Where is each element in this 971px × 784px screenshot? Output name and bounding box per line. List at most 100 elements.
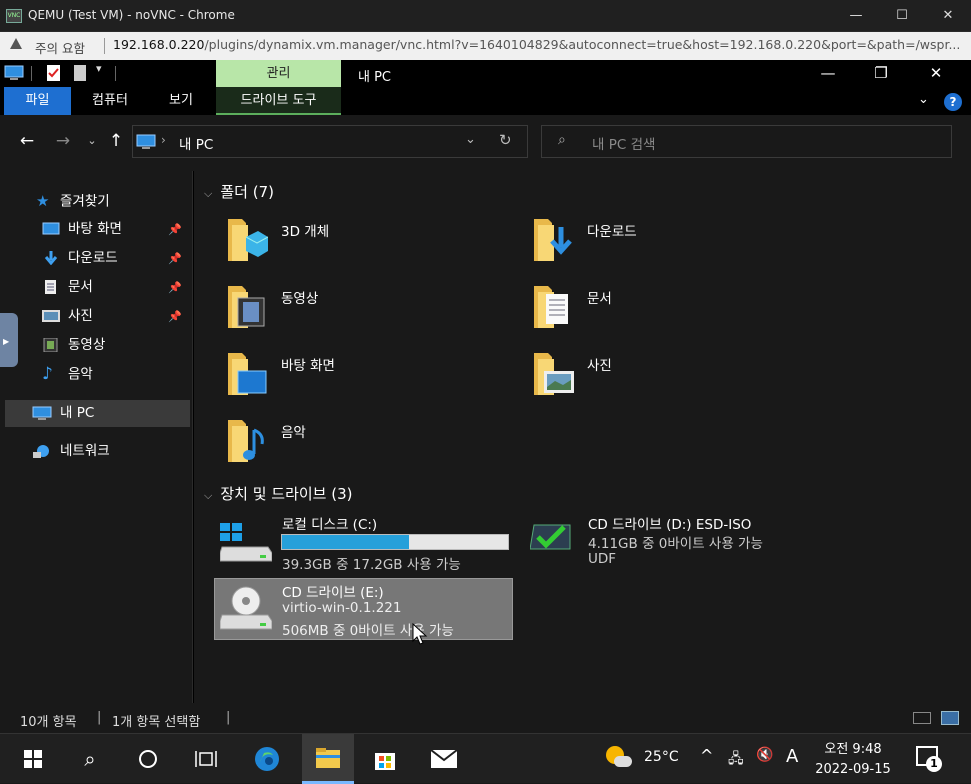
drive-e[interactable]: CD 드라이브 (E:) virtio-win-0.1.221 506MB 중 …: [214, 578, 513, 640]
recent-locations-icon[interactable]: ⌄: [82, 131, 102, 151]
videos-icon: [43, 338, 58, 352]
new-folder-icon[interactable]: [73, 64, 87, 82]
sidebar-item-quick-access[interactable]: ★ 즐겨찾기: [36, 187, 110, 216]
qa-customize-icon[interactable]: ▾: [96, 62, 102, 75]
vnc-handle-arrow-icon: ▶: [3, 337, 10, 346]
sidebar-item-videos[interactable]: 동영상: [42, 331, 105, 360]
qa-separator: [31, 66, 32, 81]
path-dropdown-icon[interactable]: ⌄: [465, 132, 476, 147]
folder-3d-objects[interactable]: 3D 개체: [226, 215, 329, 267]
item-count: 10개 항목: [20, 715, 77, 730]
mail-button[interactable]: [418, 734, 470, 784]
details-view-icon[interactable]: [913, 712, 931, 724]
mail-icon: [430, 749, 458, 768]
sidebar-item-label: 동영상: [68, 337, 106, 353]
this-pc-icon[interactable]: [4, 65, 24, 81]
explorer-minimize-button[interactable]: —: [802, 60, 854, 87]
security-label[interactable]: 주의 요함: [35, 38, 85, 57]
task-view-button[interactable]: [180, 734, 232, 784]
folder-music[interactable]: 음악: [226, 416, 306, 468]
tab-file[interactable]: 파일: [4, 87, 71, 115]
file-explorer-button[interactable]: [302, 734, 354, 784]
ime-indicator[interactable]: A: [786, 746, 798, 767]
drive-d[interactable]: CD 드라이브 (D:) ESD-ISO 4.11GB 중 0바이트 사용 가능…: [528, 511, 828, 571]
breadcrumb-this-pc[interactable]: 내 PC: [179, 133, 213, 153]
show-hidden-icons-icon[interactable]: ^: [700, 746, 713, 765]
folder-videos[interactable]: 동영상: [226, 282, 318, 334]
sidebar-item-music[interactable]: ♪ 음악: [42, 360, 93, 389]
pictures-folder-icon: [534, 353, 574, 395]
address-bar[interactable]: 주의 요함 192.168.0.220/plugins/dynamix.vm.m…: [0, 32, 971, 60]
back-icon[interactable]: ←: [17, 131, 37, 151]
sidebar-item-downloads[interactable]: 다운로드 📌: [42, 244, 190, 273]
browser-minimize-button[interactable]: —: [833, 0, 879, 32]
start-button[interactable]: [7, 734, 59, 784]
url-text[interactable]: 192.168.0.220/plugins/dynamix.vm.manager…: [113, 37, 963, 52]
explorer-close-button[interactable]: ✕: [910, 60, 962, 87]
desktop-folder-icon: [228, 353, 267, 395]
vnc-control-handle[interactable]: ▶: [0, 313, 18, 367]
tab-computer[interactable]: 컴퓨터: [78, 87, 142, 115]
large-icons-view-icon[interactable]: [941, 711, 959, 725]
up-icon[interactable]: ↑: [106, 131, 126, 151]
drives-section-header[interactable]: ⌵ 장치 및 드라이브 (3): [204, 483, 353, 504]
search-button[interactable]: ⌕: [64, 734, 116, 784]
tab-view[interactable]: 보기: [150, 87, 212, 115]
search-icon: ⌕: [84, 747, 96, 771]
sidebar-item-desktop[interactable]: 바탕 화면 📌: [42, 215, 190, 244]
sidebar-item-documents[interactable]: 문서 📌: [42, 273, 190, 302]
this-pc-icon: [32, 406, 52, 420]
clock[interactable]: 오전 9:48 2022-09-15: [813, 738, 893, 777]
status-separator: |: [97, 710, 102, 725]
collapse-chevron-icon: ⌵: [204, 187, 213, 200]
notifications-button[interactable]: 1: [916, 746, 942, 772]
edge-button[interactable]: [241, 734, 293, 784]
folder-documents[interactable]: 문서: [532, 282, 612, 334]
breadcrumb-chevron-icon: ›: [161, 133, 166, 147]
forward-icon[interactable]: →: [53, 131, 73, 151]
folder-label: 바탕 화면: [281, 358, 335, 374]
videos-folder-icon: [228, 286, 265, 328]
network-status-icon[interactable]: 🖧: [728, 748, 744, 772]
search-box[interactable]: ⌕ 내 PC 검색: [541, 125, 952, 158]
ribbon-tabs: [0, 87, 971, 115]
help-icon[interactable]: ?: [944, 93, 962, 111]
refresh-icon[interactable]: ↻: [499, 131, 512, 149]
volume-muted-icon[interactable]: 🔇: [756, 747, 773, 763]
properties-icon[interactable]: [46, 64, 62, 82]
3d-objects-folder-icon: [228, 219, 269, 261]
browser-close-button[interactable]: ✕: [925, 0, 971, 32]
cortana-button[interactable]: [122, 734, 174, 784]
local-disk-icon: [220, 523, 272, 562]
pin-icon[interactable]: 📌: [168, 273, 182, 302]
folder-desktop[interactable]: 바탕 화면: [226, 349, 335, 401]
sidebar-item-this-pc[interactable]: 내 PC: [32, 399, 94, 428]
warning-icon[interactable]: [10, 38, 22, 49]
sidebar-item-label: 사진: [68, 308, 93, 324]
browser-maximize-button[interactable]: ☐: [879, 0, 925, 32]
store-button[interactable]: [359, 734, 411, 784]
explorer-maximize-button[interactable]: ❐: [855, 60, 907, 87]
sidebar-item-pictures[interactable]: 사진 📌: [42, 302, 190, 331]
drive-detail: 4.11GB 중 0바이트 사용 가능: [588, 536, 763, 552]
search-icon: ⌕: [558, 132, 566, 148]
sidebar-item-network[interactable]: 네트워크: [32, 437, 110, 466]
tab-manage[interactable]: 관리: [216, 60, 341, 87]
folders-section-header[interactable]: ⌵ 폴더 (7): [204, 181, 274, 202]
pin-icon[interactable]: 📌: [168, 302, 182, 331]
pin-icon[interactable]: 📌: [168, 244, 182, 273]
drive-name: CD 드라이브 (E:): [282, 585, 384, 601]
path-box[interactable]: › 내 PC ⌄ ↻: [132, 125, 528, 158]
explorer-window-title: 내 PC: [358, 70, 392, 85]
folder-downloads[interactable]: 다운로드: [532, 215, 637, 267]
weather-temperature[interactable]: 25°C: [644, 749, 679, 765]
tab-drive-tools[interactable]: 드라이브 도구: [216, 87, 341, 115]
ribbon-expand-icon[interactable]: ⌄: [918, 92, 929, 107]
navigation-pane: ★ 즐겨찾기 바탕 화면 📌 다운로드 📌 문서 📌 사진 📌 동영상 ♪ 음악 내 PC …: [0, 171, 193, 703]
drive-label: virtio-win-0.1.221: [282, 600, 402, 616]
pin-icon[interactable]: 📌: [168, 215, 182, 244]
drive-c[interactable]: 로컬 디스크 (C:) 39.3GB 중 17.2GB 사용 가능: [216, 511, 516, 573]
task-view-icon: [195, 751, 217, 767]
weather-icon[interactable]: [606, 746, 632, 770]
folder-pictures[interactable]: 사진: [532, 349, 612, 401]
